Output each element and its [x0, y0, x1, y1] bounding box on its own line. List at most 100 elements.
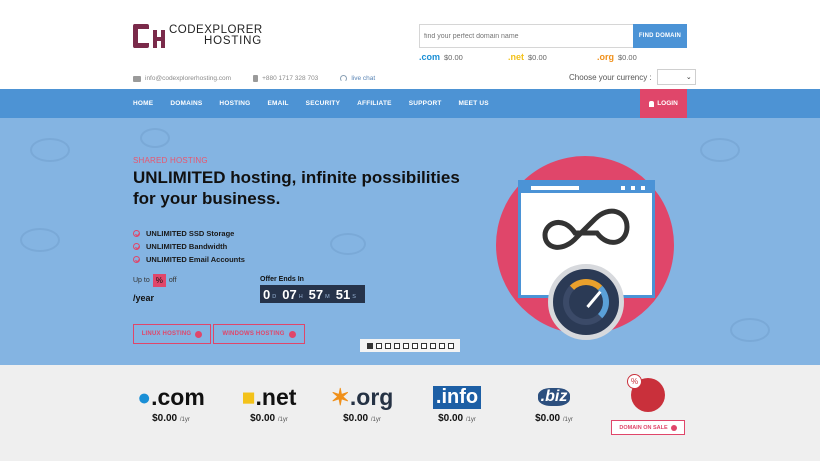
domain-card-org[interactable]: ✶ .org $0.00 /1yr: [329, 382, 395, 425]
live-chat-link[interactable]: live chat: [351, 75, 375, 82]
check-circle-icon: [133, 256, 140, 263]
slider-dot[interactable]: [438, 342, 445, 349]
price-prefix: Up to: [133, 277, 150, 284]
info-card-price: $0.00: [438, 413, 464, 424]
envelope-icon: [133, 75, 141, 82]
nav-affiliate[interactable]: AFFILIATE: [357, 100, 392, 107]
phone-text: +880 1717 328 703: [262, 75, 319, 82]
discount-badge: %: [152, 274, 166, 287]
slider-dot[interactable]: [411, 342, 418, 349]
hero-headline: UNLIMITED hosting, infinite possibilitie…: [133, 168, 460, 208]
com-card-period: /1yr: [179, 417, 190, 423]
timer-days-unit: D: [272, 293, 277, 300]
price-suffix: off: [168, 277, 177, 284]
contact-email[interactable]: info@codexplorerhosting.com: [133, 75, 231, 82]
nav-security[interactable]: SECURITY: [306, 100, 340, 107]
domain-card-biz[interactable]: .biz $0.00 /1yr: [528, 382, 580, 424]
nav-support[interactable]: SUPPORT: [409, 100, 442, 107]
com-card-price: $0.00: [152, 413, 178, 424]
timer-seconds-unit: S: [352, 293, 356, 300]
org-logo-text: .org: [349, 383, 394, 410]
slider-dot[interactable]: [366, 342, 373, 349]
slider-dot[interactable]: [393, 342, 400, 349]
org-card-price: $0.00: [343, 413, 369, 424]
cloud-icon: [700, 138, 740, 162]
net-price: $0.00: [528, 52, 547, 62]
main-nav: HOME DOMAINS HOSTING EMAIL SECURITY AFFI…: [0, 89, 820, 118]
com-label: .com: [419, 52, 441, 62]
offer-countdown: Offer Ends In 0 D 07 H 57 M 51 S: [260, 276, 365, 303]
slider-dots: [360, 339, 460, 352]
cloud-icon: [140, 128, 170, 148]
price-block: Up to % off /year: [133, 274, 177, 303]
find-domain-button[interactable]: FIND DOMAIN: [633, 24, 687, 48]
headset-icon: [340, 75, 348, 82]
countdown-timer: 0 D 07 H 57 M 51 S: [260, 285, 365, 303]
net-card-price: $0.00: [250, 413, 276, 424]
slider-dot[interactable]: [420, 342, 427, 349]
nav-email[interactable]: EMAIL: [267, 100, 288, 107]
nav-home[interactable]: HOME: [133, 100, 153, 107]
info-card-period: /1yr: [465, 417, 476, 423]
net-label: .net: [508, 52, 525, 62]
slider-dot[interactable]: [402, 342, 409, 349]
slider-dot[interactable]: [447, 342, 454, 349]
slider-dot[interactable]: [429, 342, 436, 349]
domain-card-info[interactable]: .info $0.00 /1yr: [428, 382, 486, 424]
domain-price-strip: [0, 365, 820, 461]
feature-label: UNLIMITED SSD Storage: [146, 229, 235, 238]
windows-hosting-button[interactable]: WINDOWS HOSTING: [213, 324, 305, 344]
feature-list: UNLIMITED SSD Storage UNLIMITED Bandwidt…: [133, 227, 245, 266]
feature-item: UNLIMITED Bandwidth: [133, 240, 245, 253]
phone-icon: [253, 75, 259, 82]
com-logo-text: .com: [151, 383, 205, 410]
domain-card-com[interactable]: ● .com $0.00 /1yr: [136, 382, 206, 425]
brand-name-line2: HOSTING: [204, 35, 262, 47]
arrow-right-icon: [288, 330, 296, 338]
speedometer-icon: [548, 264, 624, 340]
slider-dot[interactable]: [375, 342, 382, 349]
nav-domains[interactable]: DOMAINS: [170, 100, 202, 107]
domain-sale: % DOMAIN ON SALE: [611, 374, 685, 435]
chevron-down-icon: ⌄: [685, 74, 692, 81]
timer-minutes-unit: M: [325, 293, 330, 300]
header-price-org[interactable]: .org $0.00: [597, 52, 686, 62]
slider-dot[interactable]: [384, 342, 391, 349]
check-circle-icon: [133, 243, 140, 250]
cloud-icon: [20, 228, 60, 252]
logo-mark-icon: [133, 22, 167, 50]
brand-logo[interactable]: CODEXPLORER HOSTING: [133, 22, 263, 50]
linux-hosting-label: LINUX HOSTING: [141, 331, 192, 337]
contact-phone[interactable]: +880 1717 328 703: [253, 75, 318, 82]
linux-hosting-button[interactable]: LINUX HOSTING: [133, 324, 211, 344]
arrow-right-icon: [670, 424, 677, 431]
login-label: LOGIN: [657, 100, 678, 107]
cloud-icon: [30, 138, 70, 162]
cloud-icon: [730, 318, 770, 342]
feature-label: UNLIMITED Bandwidth: [146, 242, 228, 251]
domain-on-sale-button[interactable]: DOMAIN ON SALE: [611, 420, 685, 435]
header-price-net[interactable]: .net $0.00: [508, 52, 597, 62]
biz-logo-text: .biz: [537, 388, 571, 406]
org-price: $0.00: [618, 52, 637, 62]
net-logo: ■ .net: [241, 383, 297, 410]
nav-meet-us[interactable]: MEET US: [459, 100, 489, 107]
org-card-period: /1yr: [370, 417, 381, 423]
nav-hosting[interactable]: HOSTING: [219, 100, 250, 107]
com-logo: ● .com: [137, 383, 205, 410]
biz-card-period: /1yr: [562, 417, 573, 423]
currency-select[interactable]: ⌄: [656, 69, 696, 85]
sale-badge: %: [627, 374, 642, 389]
contact-live-chat[interactable]: live chat: [340, 75, 375, 82]
net-card-period: /1yr: [277, 417, 288, 423]
org-label: .org: [597, 52, 614, 62]
header: CODEXPLORER HOSTING FIND DOMAIN .com $0.…: [0, 0, 820, 89]
domain-search-input[interactable]: [419, 24, 633, 48]
login-button[interactable]: LOGIN: [640, 89, 687, 118]
feature-item: UNLIMITED Email Accounts: [133, 253, 245, 266]
domain-card-net[interactable]: ■ .net $0.00 /1yr: [237, 382, 301, 425]
domain-on-sale-label: DOMAIN ON SALE: [619, 424, 668, 431]
currency-label: Choose your currency :: [569, 72, 652, 82]
cloud-icon: [330, 233, 366, 255]
header-price-com[interactable]: .com $0.00: [419, 52, 508, 62]
